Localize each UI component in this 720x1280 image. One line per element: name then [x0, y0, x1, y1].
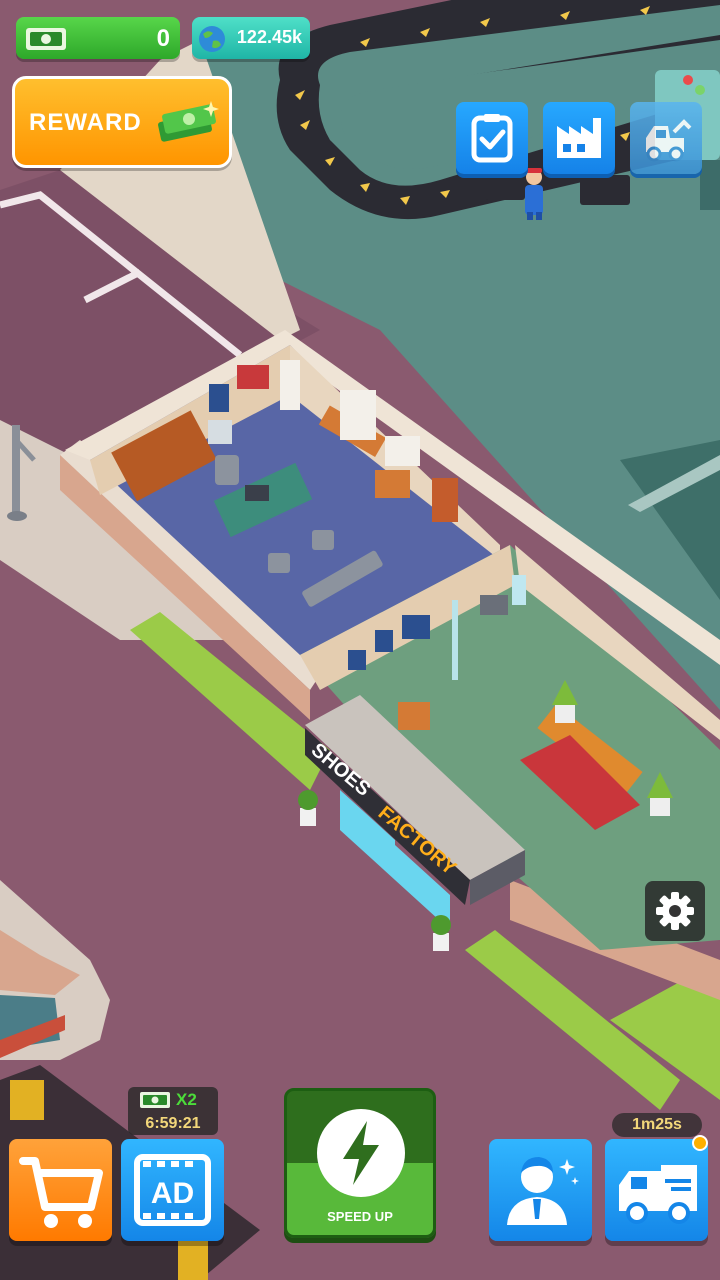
armchair — [375, 470, 410, 498]
machine — [700, 160, 720, 210]
visitor-chair — [312, 530, 334, 550]
speed-up-button[interactable]: SPEED UP — [284, 1088, 436, 1238]
ad-label: AD — [151, 1177, 194, 1210]
door — [432, 478, 458, 522]
cash-counter: 0 — [16, 17, 180, 59]
reward-label: REWARD — [29, 109, 142, 136]
wall-painting — [385, 436, 420, 466]
gem-counter: 122.45k — [192, 17, 310, 59]
sidewalk-plant — [298, 790, 318, 826]
boost-multiplier: X2 — [176, 1090, 197, 1109]
factory-button[interactable] — [543, 102, 615, 174]
boost-timer: 6:59:21 — [145, 1115, 201, 1132]
visitor-chair — [268, 553, 290, 573]
cash-value: 0 — [156, 25, 170, 52]
reward-button[interactable]: REWARD — [12, 76, 232, 168]
window-blinds — [340, 390, 376, 440]
barrier-post — [178, 1240, 208, 1280]
sidewalk-plant — [431, 915, 451, 951]
machine-light — [683, 75, 693, 85]
task-checklist-icon — [471, 114, 513, 163]
wall-painting — [237, 365, 269, 389]
water-cooler — [512, 575, 526, 605]
lobby-armchair — [398, 702, 430, 730]
sewing-station — [580, 175, 630, 205]
globe-icon — [199, 26, 225, 52]
factory-icon — [557, 118, 601, 158]
settings-button[interactable] — [645, 881, 705, 941]
shopping-cart-icon — [19, 1157, 103, 1228]
gear-icon — [656, 892, 694, 930]
factory-worker — [525, 168, 543, 220]
machine-light — [695, 85, 705, 95]
wall-painting — [375, 630, 393, 652]
shop-button[interactable] — [9, 1139, 112, 1241]
forklift-truck-icon — [646, 119, 692, 162]
speed-up-label: SPEED UP — [327, 1209, 393, 1224]
street-lamp — [12, 425, 20, 520]
office-chair — [215, 455, 239, 485]
money-stack-icon — [158, 101, 219, 142]
cash-icon — [26, 28, 66, 50]
manager-person-icon — [507, 1157, 579, 1225]
printer — [480, 595, 508, 615]
tasks-button[interactable] — [456, 102, 528, 174]
lightning-bolt-icon — [343, 1121, 379, 1185]
film-ad-icon: AD — [134, 1154, 211, 1226]
forklift-button[interactable] — [630, 102, 702, 174]
boost-timer-tag: X2 6:59:21 — [128, 1087, 218, 1135]
delivery-timer: 1m25s — [612, 1113, 702, 1137]
notification-dot — [692, 1135, 708, 1151]
barrier-gate — [10, 1080, 44, 1120]
staff-button[interactable] — [489, 1139, 592, 1241]
wall-painting — [348, 650, 366, 670]
desk-monitor — [245, 485, 269, 501]
safe — [208, 420, 232, 444]
wall-painting — [209, 384, 229, 412]
delivery-truck-button[interactable] — [605, 1139, 708, 1241]
watch-ad-button[interactable]: AD — [121, 1139, 224, 1241]
delivery-truck-icon — [619, 1165, 697, 1224]
glass-partition — [452, 600, 458, 680]
sewing-station — [485, 170, 525, 200]
speed-up-circle — [317, 1109, 405, 1197]
cash-icon — [140, 1092, 170, 1108]
wall-painting — [402, 615, 430, 639]
wall-board — [280, 360, 300, 410]
street-lamp-base — [7, 511, 27, 521]
gem-value: 122.45k — [236, 27, 302, 47]
